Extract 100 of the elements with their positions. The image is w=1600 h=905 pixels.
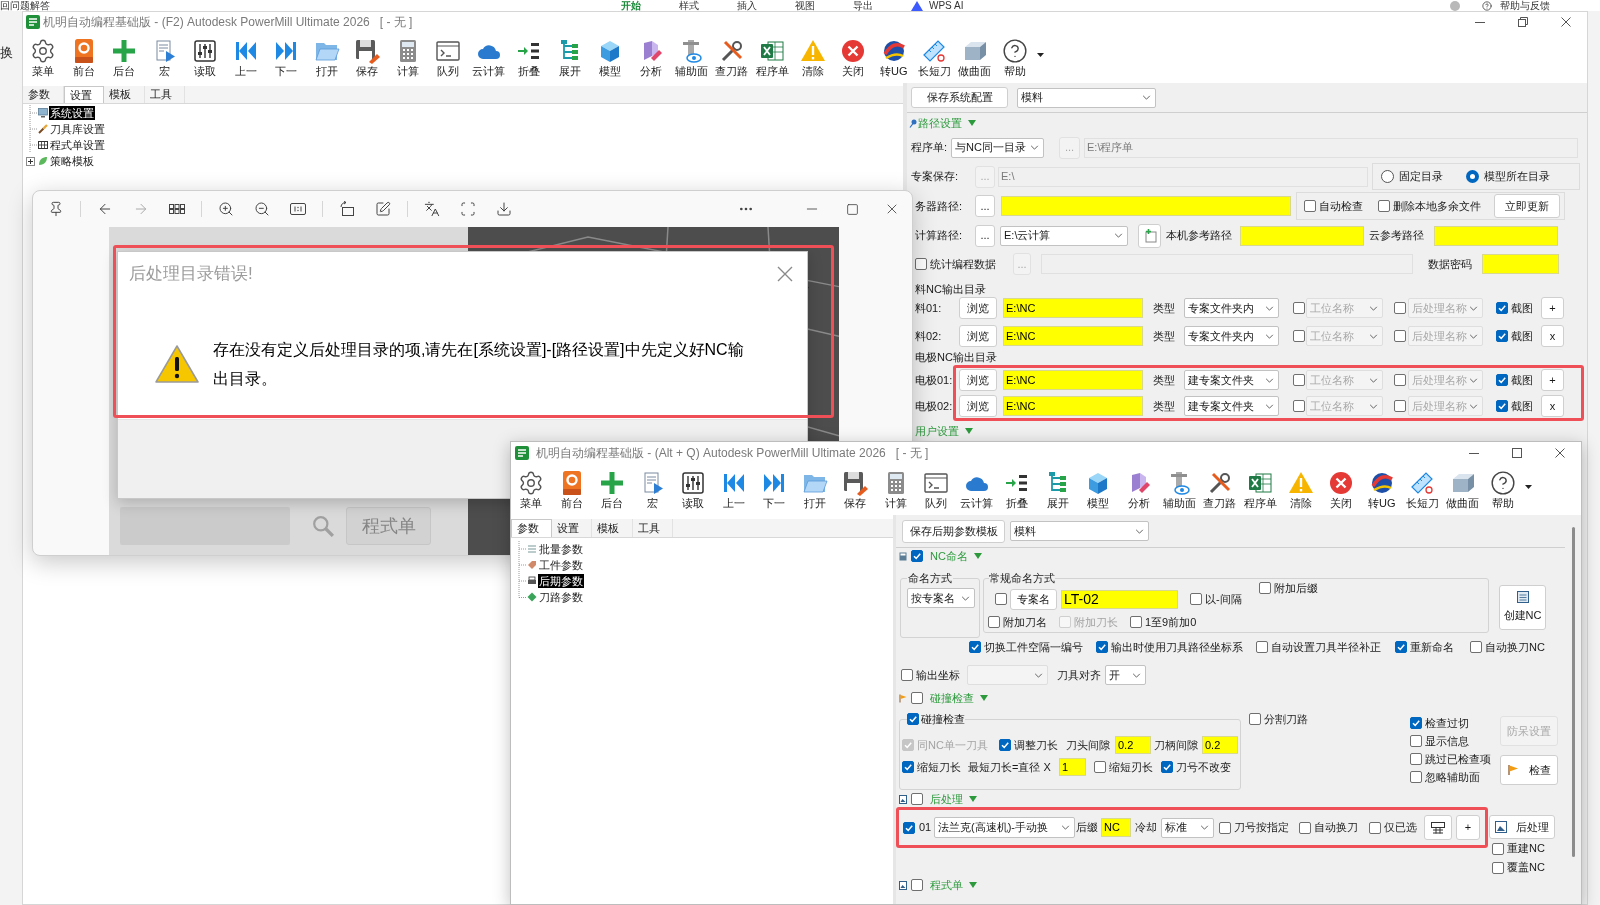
- checkbox[interactable]: [1130, 616, 1142, 628]
- toolbar-button[interactable]: 模型: [590, 32, 631, 78]
- zoom-in-icon[interactable]: [218, 201, 234, 217]
- back-arrow-icon[interactable]: [97, 201, 113, 217]
- dropdown[interactable]: E:\云计算: [1000, 225, 1128, 246]
- checkbox[interactable]: [901, 669, 913, 681]
- text-field[interactable]: E:\NC: [1003, 396, 1143, 416]
- maximize-icon[interactable]: [1511, 448, 1522, 458]
- text-field[interactable]: NC: [1101, 818, 1131, 837]
- tab[interactable]: 参数: [511, 519, 552, 537]
- checkbox[interactable]: [911, 793, 923, 805]
- text-field[interactable]: LT-02: [1061, 590, 1178, 609]
- radio-button[interactable]: [1381, 170, 1394, 183]
- dropdown[interactable]: 开: [1105, 665, 1146, 685]
- checkbox[interactable]: [1394, 330, 1406, 342]
- save-config-button[interactable]: 保存系统配置: [911, 87, 1008, 108]
- tree-item[interactable]: 后期参数: [538, 574, 584, 588]
- checkbox[interactable]: [1496, 400, 1508, 412]
- tab[interactable]: 工具: [144, 86, 185, 103]
- tree-item[interactable]: 系统设置: [49, 106, 95, 120]
- scan-icon[interactable]: [460, 201, 476, 217]
- dropdown[interactable]: 法兰克(高速机)-手动换: [934, 817, 1075, 838]
- checkbox[interactable]: [1258, 582, 1271, 595]
- ribbon-tab[interactable]: 样式: [679, 0, 737, 11]
- text-field[interactable]: [1434, 225, 1558, 246]
- toolbar-button[interactable]: 帮助: [995, 32, 1036, 78]
- dropdown[interactable]: 专案文件夹内: [1184, 326, 1279, 346]
- toolbar-button[interactable]: 队列: [916, 464, 957, 510]
- toolbar-button[interactable]: 清除: [792, 32, 833, 78]
- checkbox[interactable]: [1256, 641, 1268, 653]
- help-label[interactable]: 帮助与反馈: [1500, 0, 1550, 11]
- checkbox[interactable]: [903, 821, 915, 834]
- text-field[interactable]: E:\NC: [1003, 298, 1143, 318]
- row-action-button[interactable]: x: [1541, 325, 1564, 347]
- dropdown[interactable]: 建专案文件夹: [1184, 370, 1279, 390]
- close-icon[interactable]: [777, 266, 793, 282]
- grid-button[interactable]: [1424, 815, 1452, 840]
- scrollbar-thumb[interactable]: [1571, 527, 1575, 857]
- toolbar-button[interactable]: 做曲面: [1442, 464, 1483, 510]
- checkbox[interactable]: [1492, 842, 1504, 855]
- checkbox[interactable]: [911, 692, 923, 704]
- toolbar-button[interactable]: 队列: [428, 32, 469, 78]
- dropdown[interactable]: 模料: [1010, 521, 1149, 541]
- zoom-out-icon[interactable]: [254, 201, 270, 217]
- toolbar-button[interactable]: 菜单: [23, 32, 64, 78]
- toolbar-button[interactable]: 宏: [632, 464, 673, 510]
- text-field[interactable]: E:\NC: [1003, 370, 1143, 390]
- checkbox[interactable]: [1394, 400, 1406, 412]
- grid-icon[interactable]: [169, 204, 185, 214]
- tree-item[interactable]: 工件参数: [538, 558, 584, 572]
- text-field[interactable]: 0.2: [1115, 735, 1151, 754]
- rotate-icon[interactable]: [339, 201, 355, 217]
- toolbar-button[interactable]: 辅助面: [671, 32, 712, 78]
- help-icon[interactable]: [1482, 0, 1492, 11]
- toolbar-button[interactable]: 下一: [754, 464, 795, 510]
- toolbar-button[interactable]: 宏: [144, 32, 185, 78]
- tree-item[interactable]: 批量参数: [538, 542, 584, 556]
- close-icon[interactable]: [1554, 448, 1565, 458]
- checkbox[interactable]: [1190, 593, 1202, 606]
- row-action-button[interactable]: +: [1541, 297, 1564, 319]
- caret-icon[interactable]: [1524, 485, 1532, 489]
- dropdown[interactable]: 建专案文件夹: [1184, 396, 1279, 416]
- tree-item[interactable]: 策略模板: [49, 154, 95, 168]
- checkbox[interactable]: [911, 879, 923, 891]
- text-field[interactable]: [1240, 225, 1364, 246]
- tab[interactable]: 设置: [551, 519, 592, 537]
- toolbar-button[interactable]: 关闭: [833, 32, 874, 78]
- actual-size-icon[interactable]: [290, 203, 306, 215]
- checkbox[interactable]: [1395, 641, 1407, 653]
- update-button[interactable]: 立即更新: [1494, 194, 1560, 218]
- toolbar-button[interactable]: 模型: [1078, 464, 1119, 510]
- toolbar-button[interactable]: 读取: [673, 464, 714, 510]
- save-template-button[interactable]: 保存后期参数模板: [902, 519, 1005, 543]
- browse-button[interactable]: 浏览: [959, 297, 997, 319]
- text-field[interactable]: 0.2: [1202, 735, 1238, 754]
- caret-icon[interactable]: [1036, 53, 1044, 57]
- row-action-button[interactable]: +: [1541, 369, 1564, 391]
- dropdown[interactable]: 模料: [1017, 87, 1156, 108]
- browse-button[interactable]: ...: [975, 224, 995, 247]
- checkbox[interactable]: [1299, 821, 1311, 834]
- post-process-button[interactable]: 后处理: [1489, 815, 1555, 839]
- checkbox[interactable]: [1096, 641, 1108, 653]
- checkbox[interactable]: [1293, 374, 1305, 386]
- expand-box-icon[interactable]: [26, 156, 35, 166]
- checkbox[interactable]: [1394, 374, 1406, 386]
- toolbar-button[interactable]: 打开: [306, 32, 347, 78]
- browse-button[interactable]: ...: [975, 195, 995, 217]
- toolbar-button[interactable]: 上一: [713, 464, 754, 510]
- checkbox[interactable]: [1293, 400, 1305, 412]
- tree-item[interactable]: 刀具库设置: [49, 122, 106, 136]
- toolbar-button[interactable]: 折叠: [509, 32, 550, 78]
- tree-item[interactable]: 程式单设置: [49, 138, 106, 152]
- checkbox[interactable]: [1492, 861, 1504, 874]
- dropdown[interactable]: 专案文件夹内: [1184, 298, 1279, 318]
- maximize-icon[interactable]: [845, 202, 859, 216]
- checkbox[interactable]: [1161, 760, 1173, 773]
- toolbar-button[interactable]: 查刀路: [1199, 464, 1240, 510]
- ai-label[interactable]: WPS AI: [929, 0, 964, 11]
- add-button[interactable]: +: [1456, 815, 1480, 840]
- toolbar-button[interactable]: 上一: [225, 32, 266, 78]
